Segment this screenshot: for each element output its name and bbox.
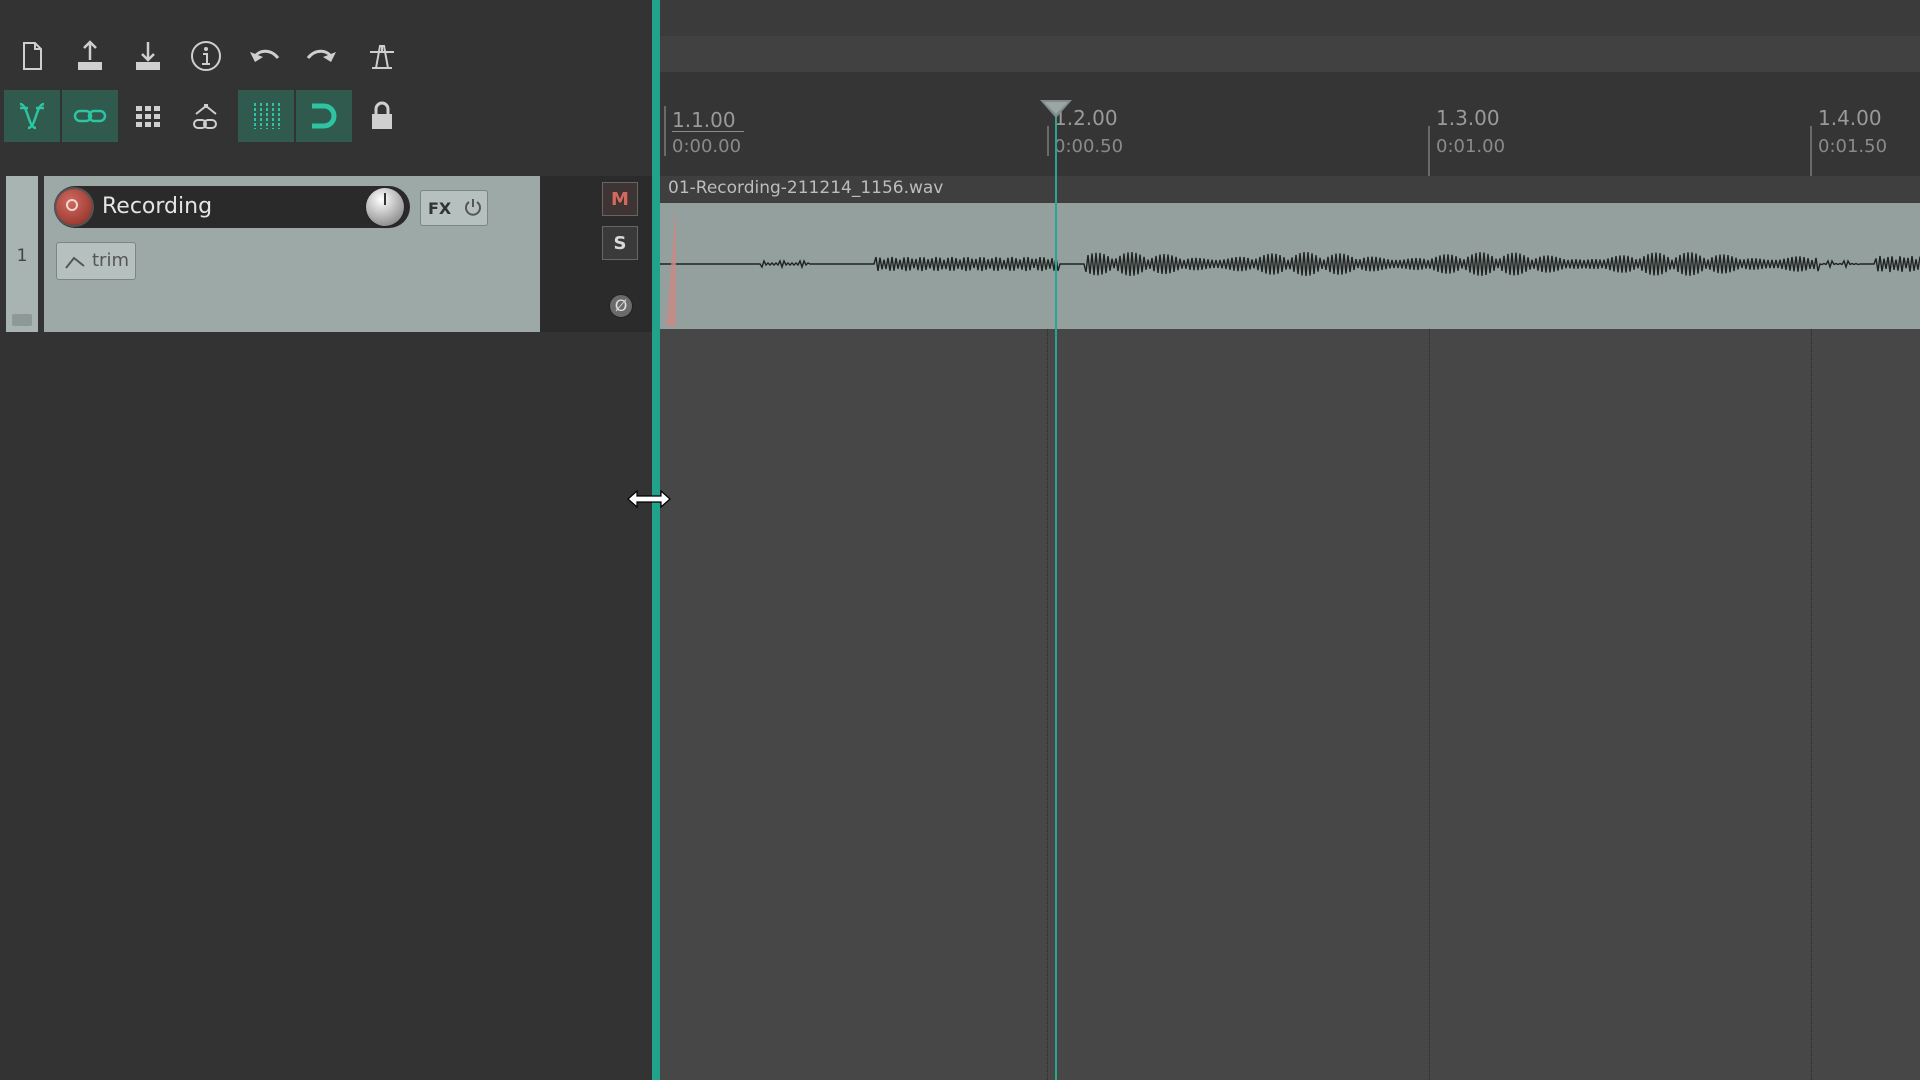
track-control-panel <box>0 0 652 1080</box>
snap-button[interactable] <box>296 90 352 142</box>
snap-magnet-icon <box>312 103 337 129</box>
ruler-tick <box>1810 126 1812 176</box>
item-grouping-icon <box>73 109 107 123</box>
ruler-tick <box>1428 126 1430 176</box>
trim-label: trim <box>92 250 129 271</box>
waveform-path <box>660 252 1920 277</box>
undo-icon <box>250 49 280 62</box>
fade-in-handle[interactable] <box>666 206 676 326</box>
playhead-cursor[interactable] <box>1055 108 1057 1080</box>
envelope-link-icon <box>193 104 217 129</box>
arrange-top-bar <box>660 0 1920 36</box>
project-info-button[interactable] <box>178 30 234 82</box>
metronome-button[interactable] <box>354 30 410 82</box>
ripple-edit-button[interactable] <box>4 90 60 142</box>
open-project-icon <box>78 40 102 70</box>
waveform <box>660 252 1920 277</box>
new-project-button[interactable] <box>4 30 60 82</box>
ruler-bar-label: 1.3.00 <box>1436 106 1500 130</box>
redo-button[interactable] <box>294 30 350 82</box>
ruler-bar-label: 1.1.00 <box>672 108 736 132</box>
undo-button[interactable] <box>236 30 292 82</box>
envelope-link-button[interactable] <box>178 90 234 142</box>
track-number: 1 <box>16 246 28 266</box>
timeline-ruler[interactable] <box>660 72 1920 176</box>
open-project-button[interactable] <box>62 30 118 82</box>
project-info-icon <box>191 41 221 71</box>
save-project-button[interactable] <box>120 30 176 82</box>
volume-knob[interactable] <box>366 188 404 226</box>
record-arm-button[interactable] <box>56 189 92 225</box>
playhead-marker-icon[interactable] <box>1040 100 1072 120</box>
folder-icon[interactable] <box>12 314 32 326</box>
power-icon[interactable] <box>462 196 484 218</box>
lock-icon <box>372 101 392 129</box>
mute-button[interactable]: M <box>602 182 638 216</box>
track-name: Recording <box>102 194 213 219</box>
media-item-name: 01-Recording-211214_1156.wav <box>668 178 944 198</box>
new-project-icon <box>23 42 42 70</box>
ruler-bar-label: 1.4.00 <box>1818 106 1882 130</box>
ruler-time-label: 0:00.00 <box>672 136 742 157</box>
panel-divider[interactable] <box>652 0 660 1080</box>
snap-grid-button[interactable] <box>238 90 294 142</box>
ruler-tick <box>664 106 666 156</box>
snap-grid-icon <box>254 103 280 129</box>
grid-button[interactable] <box>120 90 176 142</box>
fx-label: FX <box>428 199 452 218</box>
redo-icon <box>306 49 336 62</box>
ruler-tick <box>1047 126 1049 156</box>
resize-cursor-icon <box>627 489 671 509</box>
ruler-bar-underline <box>672 131 744 132</box>
phase-invert-button[interactable]: Ø <box>609 294 633 318</box>
ripple-edit-icon <box>19 102 45 130</box>
item-grouping-button[interactable] <box>62 90 118 142</box>
envelope-icon <box>65 256 85 269</box>
lock-button[interactable] <box>354 90 410 142</box>
marker-lane[interactable] <box>660 36 1920 72</box>
save-project-icon <box>136 42 160 70</box>
ruler-time-label: 0:01.00 <box>1436 136 1506 157</box>
grid-icon <box>136 106 160 127</box>
solo-button[interactable]: S <box>602 226 638 260</box>
ruler-time-label: 0:01.50 <box>1818 136 1888 157</box>
ruler-time-label: 0:00.50 <box>1054 136 1124 157</box>
metronome-icon <box>370 45 394 69</box>
